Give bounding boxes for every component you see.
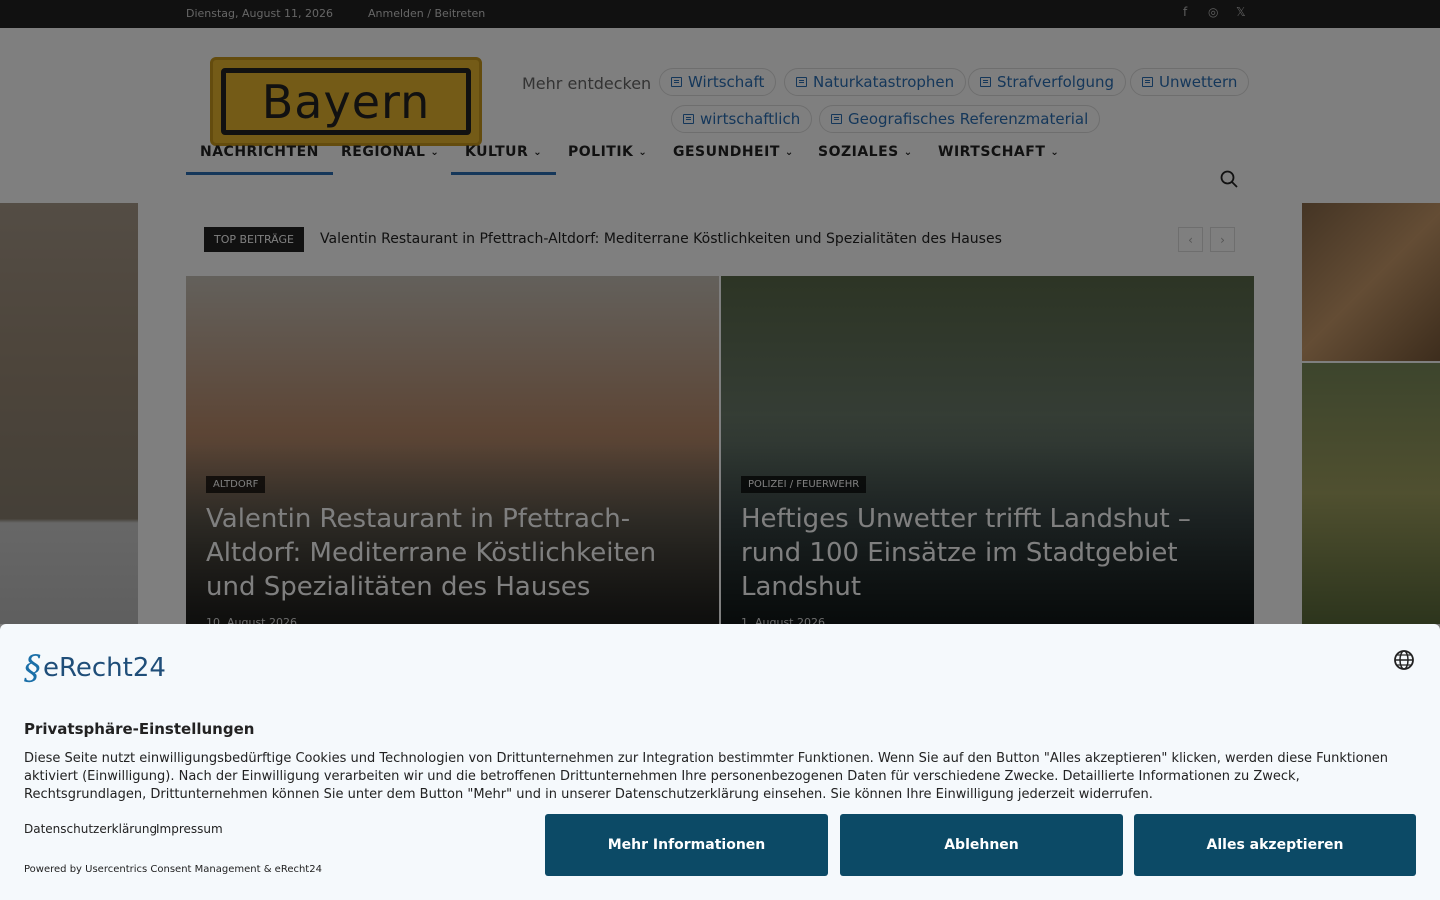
powered-by-text: Powered by Usercentrics Consent Manageme… (24, 864, 322, 875)
consent-description: Diese Seite nutzt einwilligungsbedürftig… (24, 751, 1389, 802)
brand-logo: § eRecht24 (24, 648, 166, 688)
accept-all-button[interactable]: Alles akzeptieren (1134, 814, 1416, 876)
decline-button[interactable]: Ablehnen (840, 814, 1123, 876)
paragraph-icon: § (24, 648, 41, 688)
more-info-button[interactable]: Mehr Informationen (545, 814, 828, 876)
globe-icon[interactable] (1393, 649, 1415, 671)
consent-banner: § eRecht24 Privatsphäre-Einstellungen Di… (0, 624, 1440, 900)
consent-heading: Privatsphäre-Einstellungen (24, 720, 255, 738)
privacy-policy-link[interactable]: Datenschutzerklärung (24, 822, 157, 836)
brand-name: eRecht24 (43, 653, 166, 683)
imprint-link[interactable]: Impressum (156, 822, 223, 836)
